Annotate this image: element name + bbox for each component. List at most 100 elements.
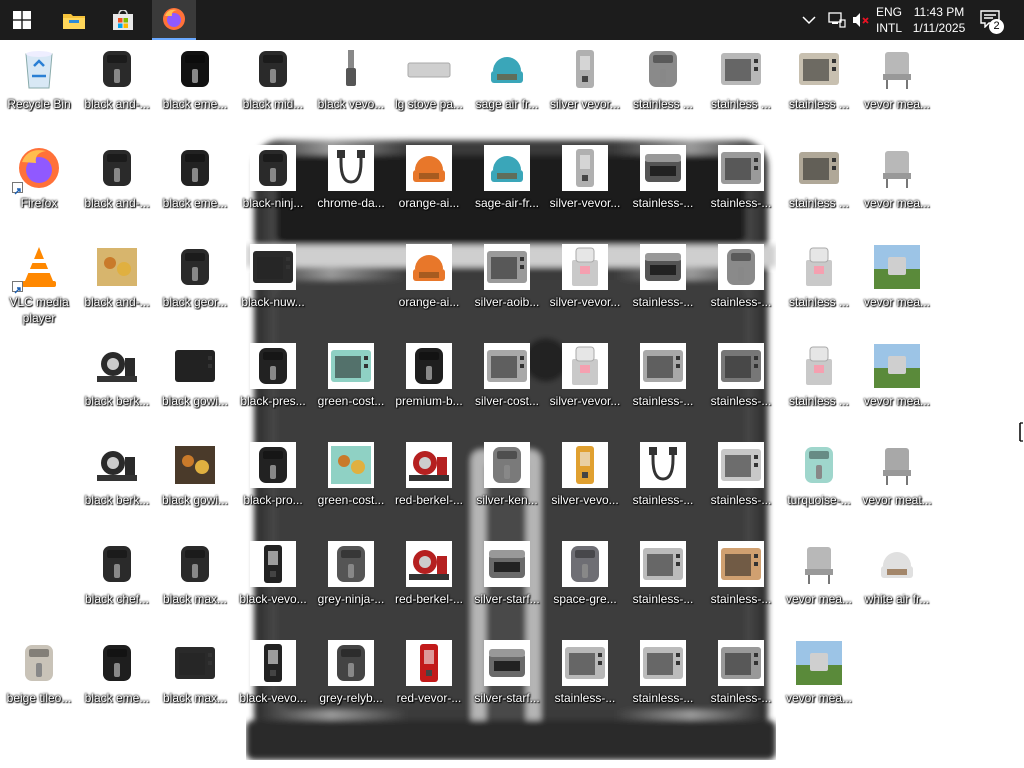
keyboard-layout: INTL	[875, 21, 902, 35]
desktop-icon[interactable]: black vevo...	[313, 46, 389, 112]
desktop-icon[interactable]: black gowi...	[157, 343, 233, 409]
desktop-icon[interactable]: Recycle Bin	[1, 46, 77, 112]
desktop-icon[interactable]: black-vevo...	[235, 541, 311, 607]
desktop-icon-label: black max...	[162, 691, 228, 705]
desktop-icon[interactable]: beige tileo...	[1, 640, 77, 706]
desktop-icon[interactable]: lg stove pa...	[391, 46, 467, 112]
desktop-icon[interactable]: grey-relyb...	[313, 640, 389, 706]
desktop-icon[interactable]: green-cost...	[313, 343, 389, 409]
desktop-icon[interactable]: stainless ...	[781, 244, 857, 310]
desktop-icon[interactable]: vevor mea...	[859, 145, 935, 211]
desktop-icon[interactable]: silver-starf...	[469, 640, 545, 706]
desktop-icon[interactable]: black-ninj...	[235, 145, 311, 211]
desktop-icon[interactable]: black gowi...	[157, 442, 233, 508]
image-thumbnail-icon	[562, 442, 608, 488]
desktop-icon[interactable]: silver-vevor...	[547, 145, 623, 211]
desktop-icon-label: stainless ...	[632, 97, 694, 111]
desktop-icon[interactable]: black eme...	[157, 145, 233, 211]
desktop-icon[interactable]: black-nuw...	[235, 244, 311, 310]
desktop-icon[interactable]: silver-cost...	[469, 343, 545, 409]
desktop-icon[interactable]: stainless-...	[625, 145, 701, 211]
desktop-icon[interactable]: silver-vevor...	[547, 343, 623, 409]
desktop-icon[interactable]: black max...	[157, 541, 233, 607]
desktop-icon[interactable]: stainless-...	[625, 541, 701, 607]
desktop-icon[interactable]: red-vevor-...	[391, 640, 467, 706]
desktop-icon-label: stainless-...	[632, 691, 694, 705]
notification-center-button[interactable]: 2	[978, 8, 1006, 34]
desktop-icon[interactable]: silver-vevo...	[547, 442, 623, 508]
file-explorer-button[interactable]	[52, 0, 96, 40]
clock-time: 11:43 PM	[913, 5, 965, 19]
microsoft-store-button[interactable]	[101, 0, 145, 40]
desktop-icon[interactable]: stainless-...	[625, 244, 701, 310]
desktop-icon[interactable]: white air fr...	[859, 541, 935, 607]
desktop-icon[interactable]: stainless ...	[703, 46, 779, 112]
desktop-icon[interactable]: stainless-...	[625, 640, 701, 706]
folder-icon	[63, 14, 85, 29]
desktop-icon[interactable]: stainless ...	[781, 46, 857, 112]
desktop-icon[interactable]: vevor meat...	[859, 442, 935, 508]
desktop-icon[interactable]: red-berkel-...	[391, 442, 467, 508]
desktop-icon[interactable]: silver-aoib...	[469, 244, 545, 310]
desktop-icon[interactable]: stainless-...	[625, 442, 701, 508]
desktop-icon[interactable]: black and-...	[79, 145, 155, 211]
language-indicator[interactable]: ENG INTL	[872, 4, 906, 36]
desktop-icon[interactable]: black-vevo...	[235, 640, 311, 706]
image-thumbnail-icon	[94, 640, 140, 686]
desktop-icon[interactable]: black berk...	[79, 442, 155, 508]
desktop-icon[interactable]: silver-vevor...	[547, 244, 623, 310]
desktop[interactable]: Recycle Bin Firefox VLC media player beige …	[0, 40, 1024, 768]
volume-muted-icon[interactable]	[852, 12, 870, 28]
desktop-icon[interactable]: black geor...	[157, 244, 233, 310]
desktop-icon[interactable]: premium-b...	[391, 343, 467, 409]
desktop-icon[interactable]: orange-ai...	[391, 244, 467, 310]
desktop-icon[interactable]: black mid...	[235, 46, 311, 112]
desktop-icon[interactable]: space-gre...	[547, 541, 623, 607]
desktop-icon[interactable]: grey-ninja-...	[313, 541, 389, 607]
start-button[interactable]	[0, 0, 44, 40]
desktop-icon[interactable]: stainless ...	[625, 46, 701, 112]
desktop-icon[interactable]: VLC media player	[1, 244, 77, 326]
desktop-icon[interactable]: vevor mea...	[859, 244, 935, 310]
desktop-icon-label: grey-relyb...	[319, 691, 383, 705]
desktop-icon[interactable]: stainless-...	[703, 244, 779, 310]
desktop-icon[interactable]: black and-...	[79, 244, 155, 310]
desktop-icon[interactable]: silver vevor...	[547, 46, 623, 112]
desktop-icon[interactable]: silver-ken...	[469, 442, 545, 508]
desktop-icon[interactable]: stainless-...	[703, 541, 779, 607]
desktop-icon[interactable]: vevor mea...	[859, 46, 935, 112]
desktop-icon[interactable]: vevor mea...	[859, 343, 935, 409]
network-icon[interactable]	[828, 12, 846, 28]
firefox-taskbar-button[interactable]	[152, 0, 196, 40]
desktop-icon[interactable]: red-berkel-...	[391, 541, 467, 607]
desktop-icon[interactable]: sage-air-fr...	[469, 145, 545, 211]
desktop-icon[interactable]: black eme...	[79, 640, 155, 706]
desktop-icon[interactable]: stainless ...	[781, 145, 857, 211]
desktop-icon[interactable]: black and-...	[79, 46, 155, 112]
desktop-icon[interactable]: black-pro...	[235, 442, 311, 508]
desktop-icon[interactable]: vevor mea...	[781, 541, 857, 607]
desktop-icon[interactable]: stainless-...	[547, 640, 623, 706]
desktop-icon[interactable]: black eme...	[157, 46, 233, 112]
desktop-icon[interactable]: turquoise-...	[781, 442, 857, 508]
desktop-icon[interactable]: black chef...	[79, 541, 155, 607]
desktop-icon[interactable]: stainless-...	[703, 442, 779, 508]
clock[interactable]: 11:43 PM 1/11/2025	[908, 4, 970, 36]
desktop-icon[interactable]: green-cost...	[313, 442, 389, 508]
desktop-icon[interactable]: stainless-...	[703, 145, 779, 211]
desktop-icon[interactable]: orange-ai...	[391, 145, 467, 211]
desktop-icon[interactable]: black-pres...	[235, 343, 311, 409]
desktop-icon[interactable]: black max...	[157, 640, 233, 706]
desktop-icon[interactable]: Firefox	[1, 145, 77, 211]
desktop-icon[interactable]: vevor mea...	[781, 640, 857, 706]
desktop-icon[interactable]: sage air fr...	[469, 46, 545, 112]
desktop-icon[interactable]: stainless-...	[625, 343, 701, 409]
desktop-icon[interactable]: stainless-...	[703, 343, 779, 409]
image-thumbnail-icon	[94, 145, 140, 191]
desktop-icon[interactable]: silver-starf...	[469, 541, 545, 607]
desktop-icon[interactable]: chrome-da...	[313, 145, 389, 211]
desktop-icon[interactable]: stainless ...	[781, 343, 857, 409]
desktop-icon[interactable]: black berk...	[79, 343, 155, 409]
chevron-up-icon[interactable]	[802, 15, 816, 25]
desktop-icon[interactable]: stainless-...	[703, 640, 779, 706]
